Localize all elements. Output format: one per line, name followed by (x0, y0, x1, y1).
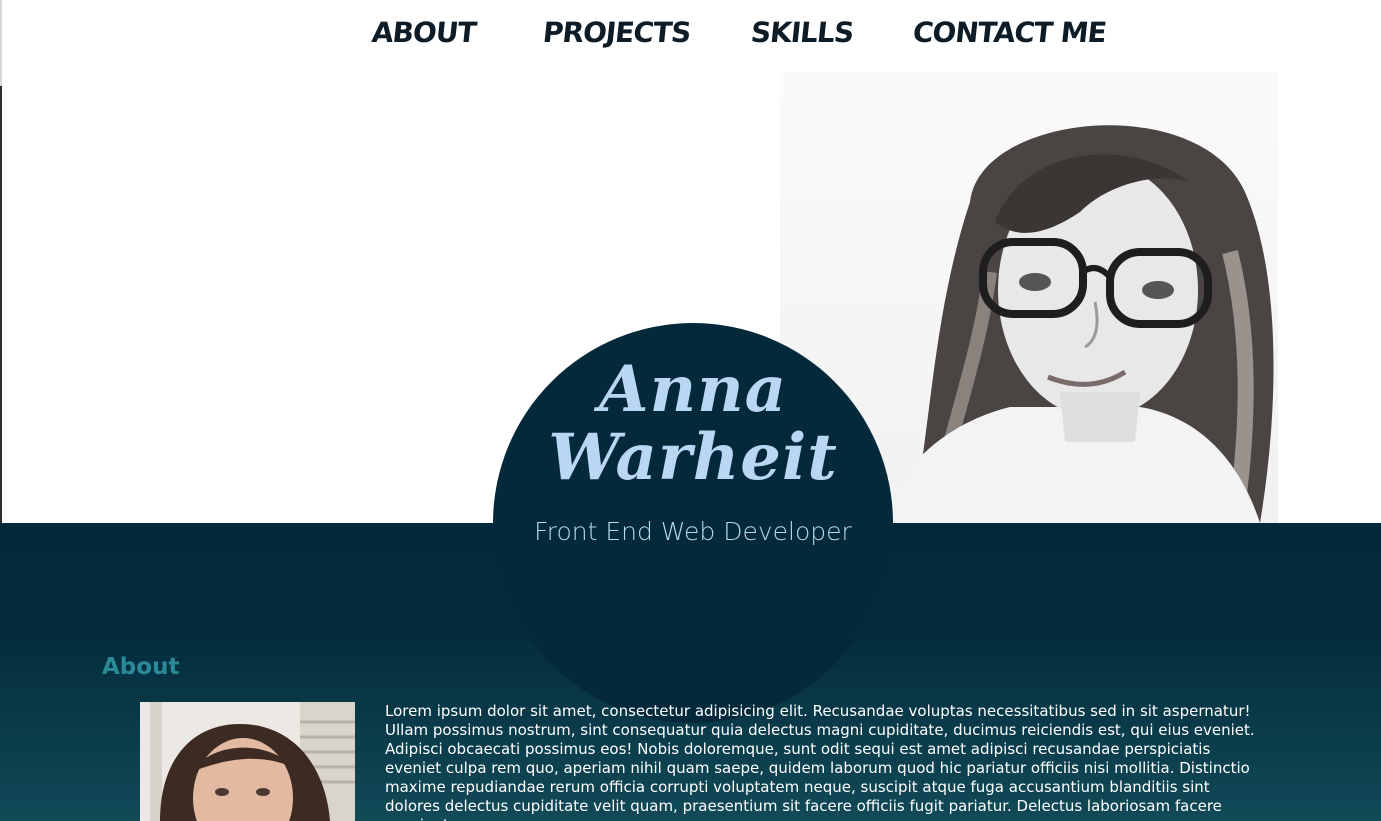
hero-name-first: Anna (598, 352, 788, 427)
about-photo (140, 702, 355, 821)
about-heading: About (102, 654, 180, 680)
nav-link-contact-me[interactable]: CONTACT ME (911, 16, 1107, 49)
nav-link-skills[interactable]: SKILLS (749, 16, 855, 49)
hero-subtitle: Front End Web Developer (534, 517, 852, 546)
nav-link-about[interactable]: ABOUT (370, 16, 477, 49)
about-paragraph: Lorem ipsum dolor sit amet, consectetur … (385, 702, 1255, 821)
hero-name-last: Warheit (548, 420, 838, 495)
hero-name: Anna Warheit (493, 356, 893, 492)
profile-photo-icon (140, 702, 355, 821)
nav-link-projects[interactable]: PROJECTS (541, 16, 692, 49)
